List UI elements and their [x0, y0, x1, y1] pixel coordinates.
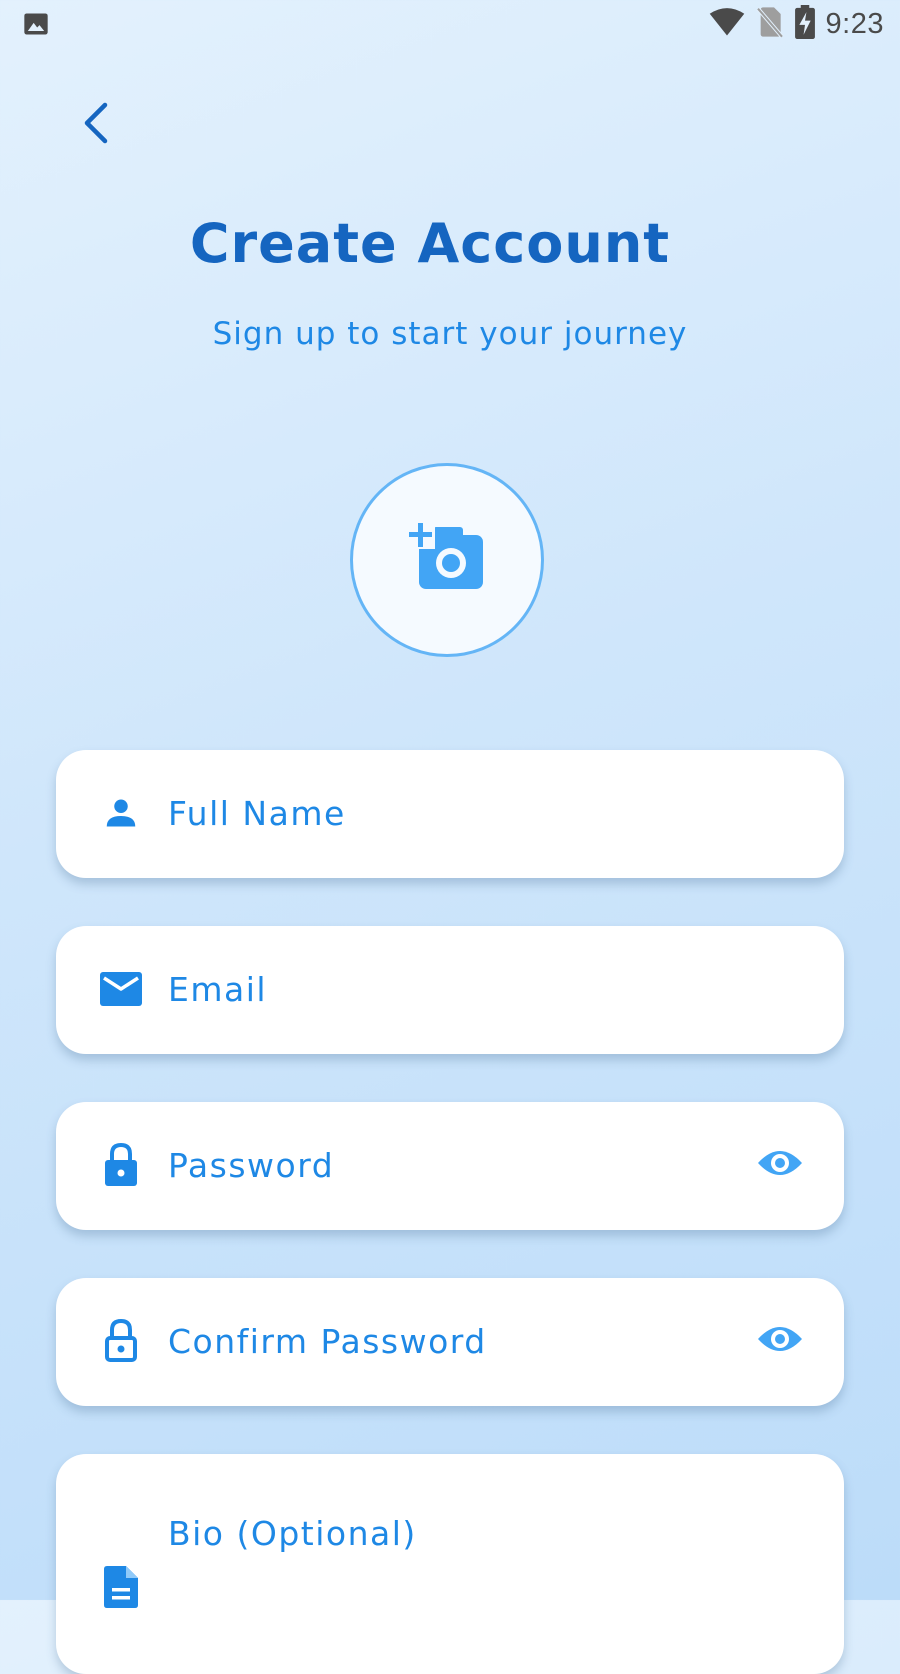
full-name-placeholder: Full Name	[168, 794, 346, 833]
bio-field[interactable]: Bio (Optional)	[56, 1454, 844, 1674]
wifi-icon	[708, 7, 746, 41]
back-button[interactable]	[66, 90, 126, 160]
back-arrow-icon	[81, 101, 111, 149]
bio-placeholder: Bio (Optional)	[168, 1514, 417, 1553]
person-icon	[98, 790, 144, 836]
add-photo-camera-icon	[407, 521, 487, 599]
confirm-password-field[interactable]: Confirm Password	[56, 1278, 844, 1406]
status-time: 9:23	[825, 7, 884, 40]
page-title: Create Account	[189, 212, 671, 275]
lock-outline-icon	[98, 1318, 144, 1364]
password-visibility-toggle[interactable]	[754, 1142, 806, 1188]
gallery-notification-icon	[22, 10, 50, 38]
page-subtitle: Sign up to start your journey	[212, 316, 688, 352]
password-field[interactable]: Password	[56, 1102, 844, 1230]
email-field[interactable]: Email	[56, 926, 844, 1054]
battery-charging-icon	[794, 5, 816, 43]
full-name-field[interactable]: Full Name	[56, 750, 844, 878]
no-sim-icon	[756, 6, 784, 42]
eye-icon	[757, 1148, 803, 1182]
confirm-password-visibility-toggle[interactable]	[754, 1318, 806, 1364]
status-icons: 9:23	[708, 5, 884, 43]
confirm-password-placeholder: Confirm Password	[168, 1322, 487, 1361]
eye-icon	[757, 1324, 803, 1358]
document-icon	[98, 1564, 144, 1610]
add-profile-photo-button[interactable]	[350, 463, 544, 657]
mail-icon	[98, 966, 144, 1012]
lock-icon	[98, 1142, 144, 1188]
email-placeholder: Email	[168, 970, 268, 1009]
status-bar: 9:23	[0, 0, 900, 48]
password-placeholder: Password	[168, 1146, 335, 1185]
